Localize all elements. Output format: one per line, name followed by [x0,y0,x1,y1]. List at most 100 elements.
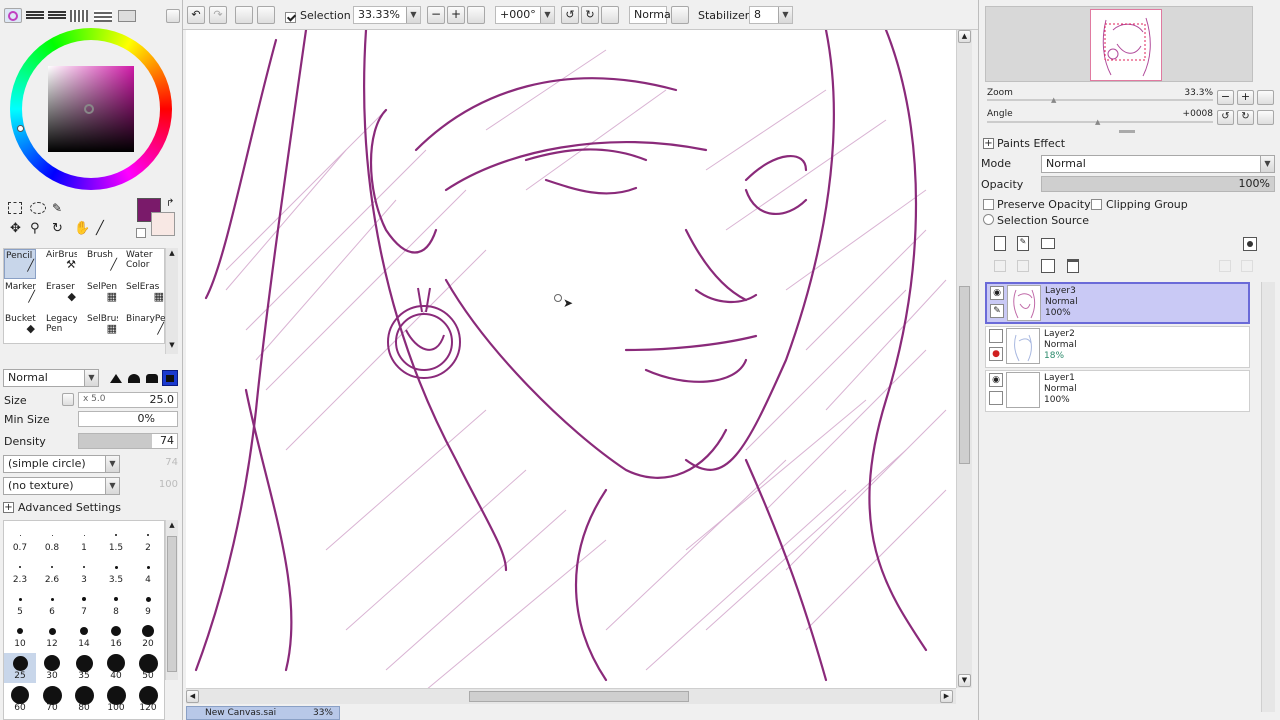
invert-selection-icon[interactable] [257,6,275,24]
brush-size-preset[interactable]: 50 [132,653,164,683]
scroll-down-icon[interactable]: ▼ [958,674,971,687]
zoom-out-icon[interactable]: − [427,6,445,24]
stabilizer-select[interactable]: 8 ▼ [749,6,793,24]
tool-binarypen[interactable]: BinaryPe ╱ [125,313,165,343]
brush-texture-select[interactable]: (no texture) ▼ [3,477,120,495]
scroll-right-icon[interactable]: ▶ [940,690,953,703]
edit-toggle[interactable] [989,391,1003,405]
brush-size-preset[interactable]: 60 [4,685,36,715]
nav-zoom-out-icon[interactable]: − [1217,90,1234,105]
scratchpad-mode-icon[interactable] [118,10,136,22]
tool-bucket[interactable]: Bucket ◆ [4,313,36,343]
paints-effect-label[interactable]: Paints Effect [997,137,1065,150]
nav-angle-slider[interactable]: ▲ [987,118,1213,126]
zoom-icon[interactable]: ⚲ [30,222,44,236]
rotate-icon[interactable]: ↻ [52,222,66,236]
layer-mask-icon[interactable] [1243,237,1257,251]
brush-size-preset[interactable]: 20 [132,621,164,651]
drawing-canvas[interactable]: ➤ [186,30,956,688]
nav-zoom-slider[interactable]: ▲ [987,96,1213,104]
scroll-thumb[interactable] [959,286,970,464]
color-picker-cursor[interactable] [84,104,94,114]
tool-legacy-pen[interactable]: Legacy Pen [45,313,77,343]
angle-select[interactable]: +000° ▼ [495,6,555,24]
brush-size-preset[interactable]: 2.3 [4,557,36,587]
visibility-toggle[interactable] [989,329,1003,343]
delete-layer-icon[interactable] [1067,259,1079,273]
scroll-thumb[interactable] [167,536,177,672]
merge-down-icon[interactable] [1017,260,1029,272]
layer-row[interactable]: ● Layer2 Normal 18% [985,326,1250,368]
brush-size-preset[interactable]: 80 [68,685,100,715]
canvas-vertical-scrollbar[interactable]: ▲ ▼ [956,30,972,688]
undo-icon[interactable]: ↶ [187,6,205,24]
rotate-reset-icon[interactable] [601,6,619,24]
tip-sharp-icon[interactable] [110,374,122,383]
layer-action-icon[interactable] [1241,260,1253,272]
transfer-down-icon[interactable] [994,260,1006,272]
brush-size-preset[interactable]: 1 [68,525,100,555]
rect-select-icon[interactable] [8,202,22,214]
document-tab[interactable]: New Canvas.sai 33% [186,706,340,720]
new-folder-icon[interactable] [1041,238,1055,249]
brush-size-preset[interactable]: 4 [132,557,164,587]
tool-marker[interactable]: Marker ╱ [4,281,36,311]
selection-source-radio[interactable] [983,214,994,225]
density-slider[interactable]: 74 [78,433,178,449]
brush-size-preset[interactable]: 70 [36,685,68,715]
slider-handle-icon[interactable]: ▲ [1095,118,1100,126]
brush-size-preset[interactable]: 10 [4,621,36,651]
brush-size-preset[interactable]: 0.7 [4,525,36,555]
layer-row[interactable]: ◉ ✎ Layer3 Normal 100% [985,282,1250,324]
brush-size-preset[interactable]: 2 [132,525,164,555]
presets-scrollbar[interactable]: ▲ [165,520,178,680]
brush-size-preset[interactable]: 3 [68,557,100,587]
rotate-right-icon[interactable]: ↻ [581,6,599,24]
brush-size-preset[interactable]: 9 [132,589,164,619]
eyedropper-icon[interactable]: ╱ [96,222,110,236]
edit-pen-icon[interactable]: ✎ [990,304,1004,318]
size-slider[interactable]: x 5.0 25.0 [78,392,178,408]
brush-size-preset[interactable]: 8 [100,589,132,619]
clear-layer-icon[interactable] [1041,259,1055,273]
brush-size-preset[interactable]: 12 [36,621,68,651]
layer-action-icon[interactable] [1219,260,1231,272]
lasso-icon[interactable] [30,202,46,214]
tool-airbrush[interactable]: AirBrush⚒ [45,249,77,279]
tool-pencil[interactable]: Pencil ╱ [4,249,36,279]
canvas-horizontal-scrollbar[interactable]: ◀ ▶ [186,688,956,704]
flip-icon[interactable] [671,6,689,24]
nav-rotate-left-icon[interactable]: ↺ [1217,110,1234,125]
nav-rotate-reset-icon[interactable] [1257,110,1274,125]
selection-checkbox[interactable] [285,11,296,23]
brush-size-preset[interactable]: 7 [68,589,100,619]
tool-brush[interactable]: Brush ╱ [86,249,118,279]
preserve-opacity-checkbox[interactable] [983,199,994,210]
zoom-in-icon[interactable]: + [447,6,465,24]
panel-collapse-icon[interactable] [166,9,180,23]
brush-size-preset[interactable]: 30 [36,653,68,683]
size-range-button[interactable] [62,393,74,406]
scroll-left-icon[interactable]: ◀ [186,690,199,703]
linked-layer-icon[interactable]: ● [989,347,1003,361]
brush-size-preset[interactable]: 40 [100,653,132,683]
zoom-select[interactable]: 33.33% ▼ [353,6,421,24]
brush-size-preset[interactable]: 120 [132,685,164,715]
brush-size-preset[interactable]: 5 [4,589,36,619]
nav-zoom-in-icon[interactable]: + [1237,90,1254,105]
rgb-slider-mode-icon[interactable] [26,10,44,22]
min-size-slider[interactable]: 0% [78,411,178,427]
color-wheel-mode-icon[interactable] [4,8,22,23]
layer-opacity-slider[interactable]: 100% [1041,176,1275,192]
tool-seleraser[interactable]: SelEras ▦ [125,281,165,311]
nav-zoom-reset-icon[interactable] [1257,90,1274,105]
redo-icon[interactable]: ↷ [209,6,227,24]
move-icon[interactable]: ✥ [10,222,24,236]
tool-selpen[interactable]: SelPen ▦ [86,281,118,311]
brush-size-preset[interactable]: 35 [68,653,100,683]
layer-mode-select[interactable]: Normal ▼ [1041,155,1275,173]
advanced-settings-label[interactable]: Advanced Settings [18,501,121,514]
brush-shape-select[interactable]: (simple circle) ▼ [3,455,120,473]
slider-handle-icon[interactable]: ▲ [1051,96,1056,104]
clipping-group-checkbox[interactable] [1091,199,1102,210]
